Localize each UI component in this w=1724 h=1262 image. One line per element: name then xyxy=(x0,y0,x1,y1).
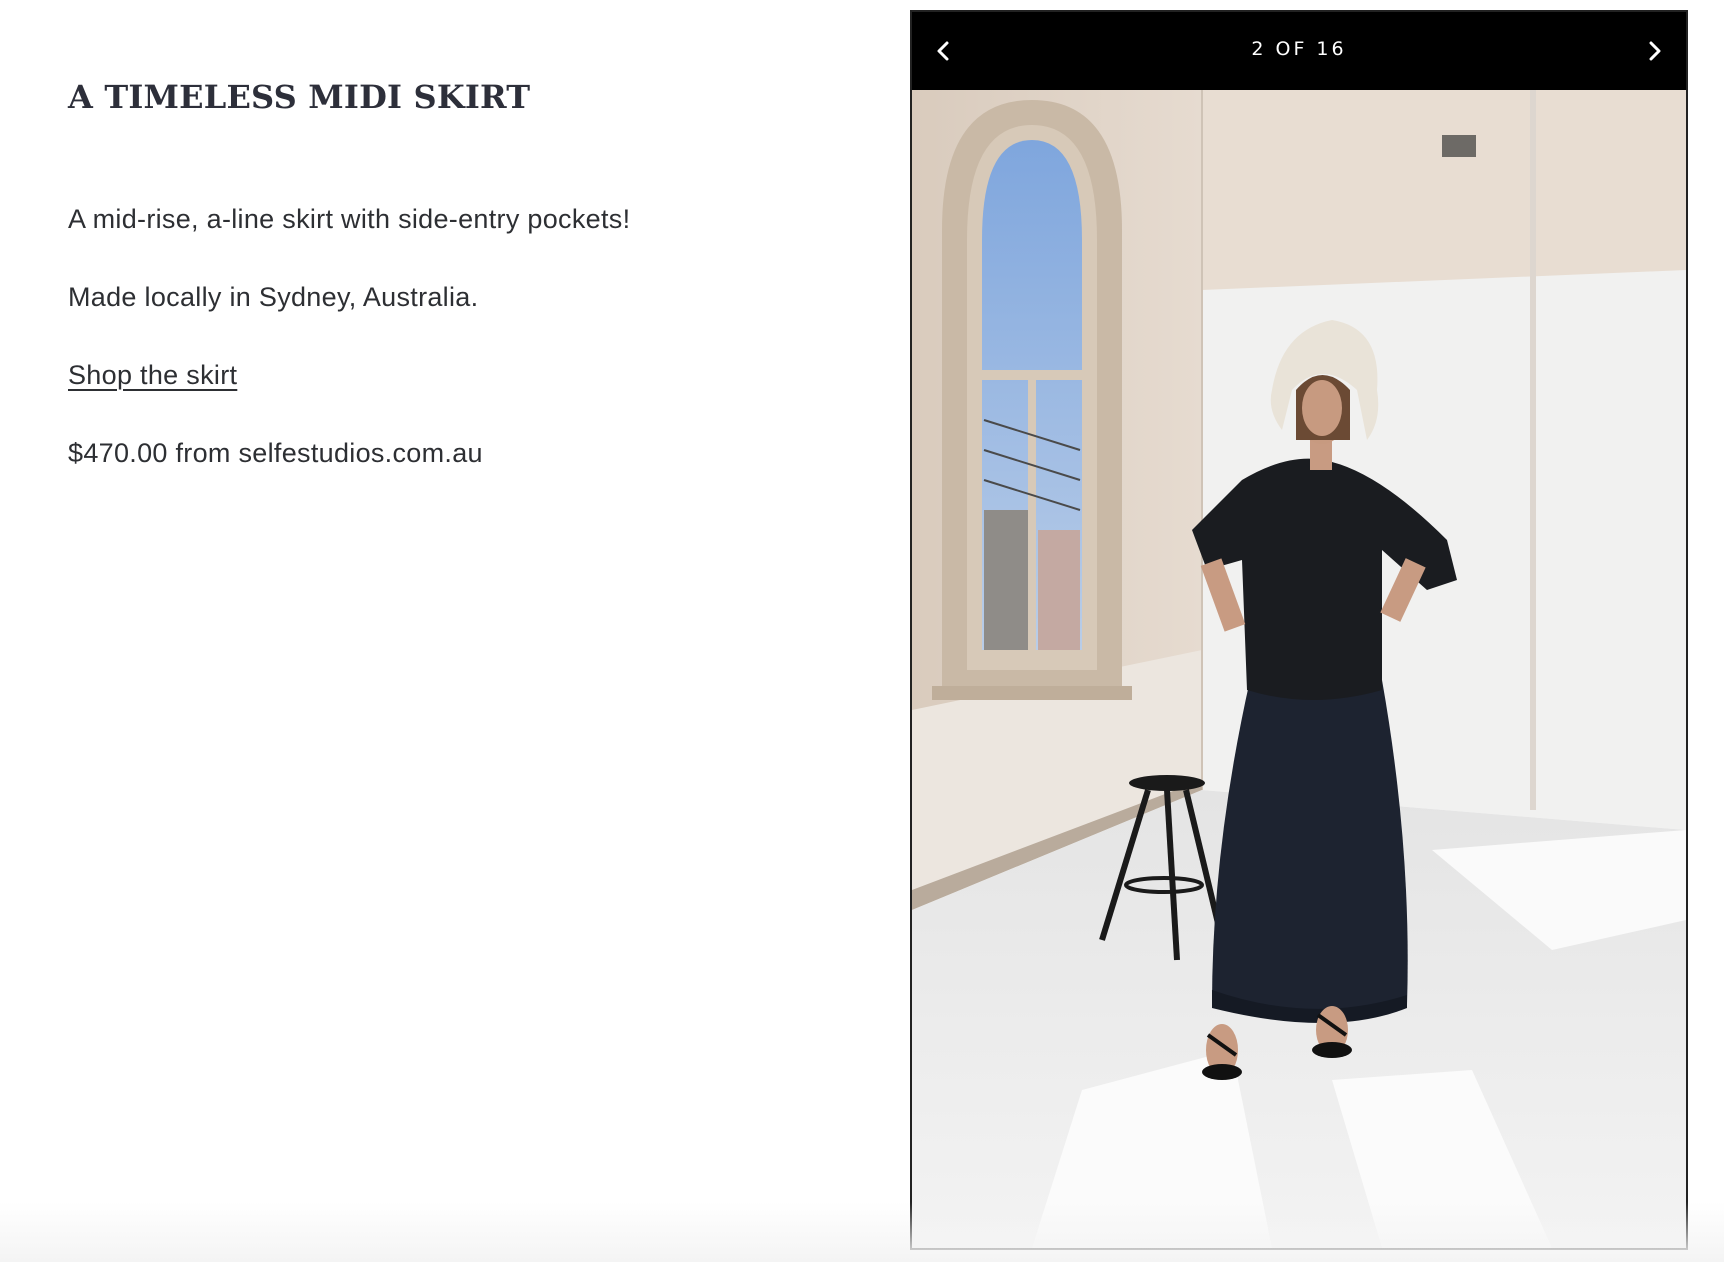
product-origin: Made locally in Sydney, Australia. xyxy=(68,282,479,312)
price-line: $470.00 from selfestudios.com.au xyxy=(68,438,483,468)
gallery-toolbar: 2 OF 16 xyxy=(912,12,1686,90)
shop-link[interactable]: Shop the skirt xyxy=(68,360,237,391)
next-image-button[interactable] xyxy=(1634,31,1674,71)
article-headline: A TIMELESS MIDI SKIRT xyxy=(68,78,531,116)
product-description: A mid-rise, a-line skirt with side-entry… xyxy=(68,204,631,234)
image-gallery: 2 OF 16 xyxy=(910,10,1688,1250)
chevron-right-icon xyxy=(1649,41,1661,61)
image-counter: 2 OF 16 xyxy=(1251,38,1347,60)
product-photo xyxy=(912,90,1686,1248)
bottom-fade xyxy=(0,1202,1724,1262)
